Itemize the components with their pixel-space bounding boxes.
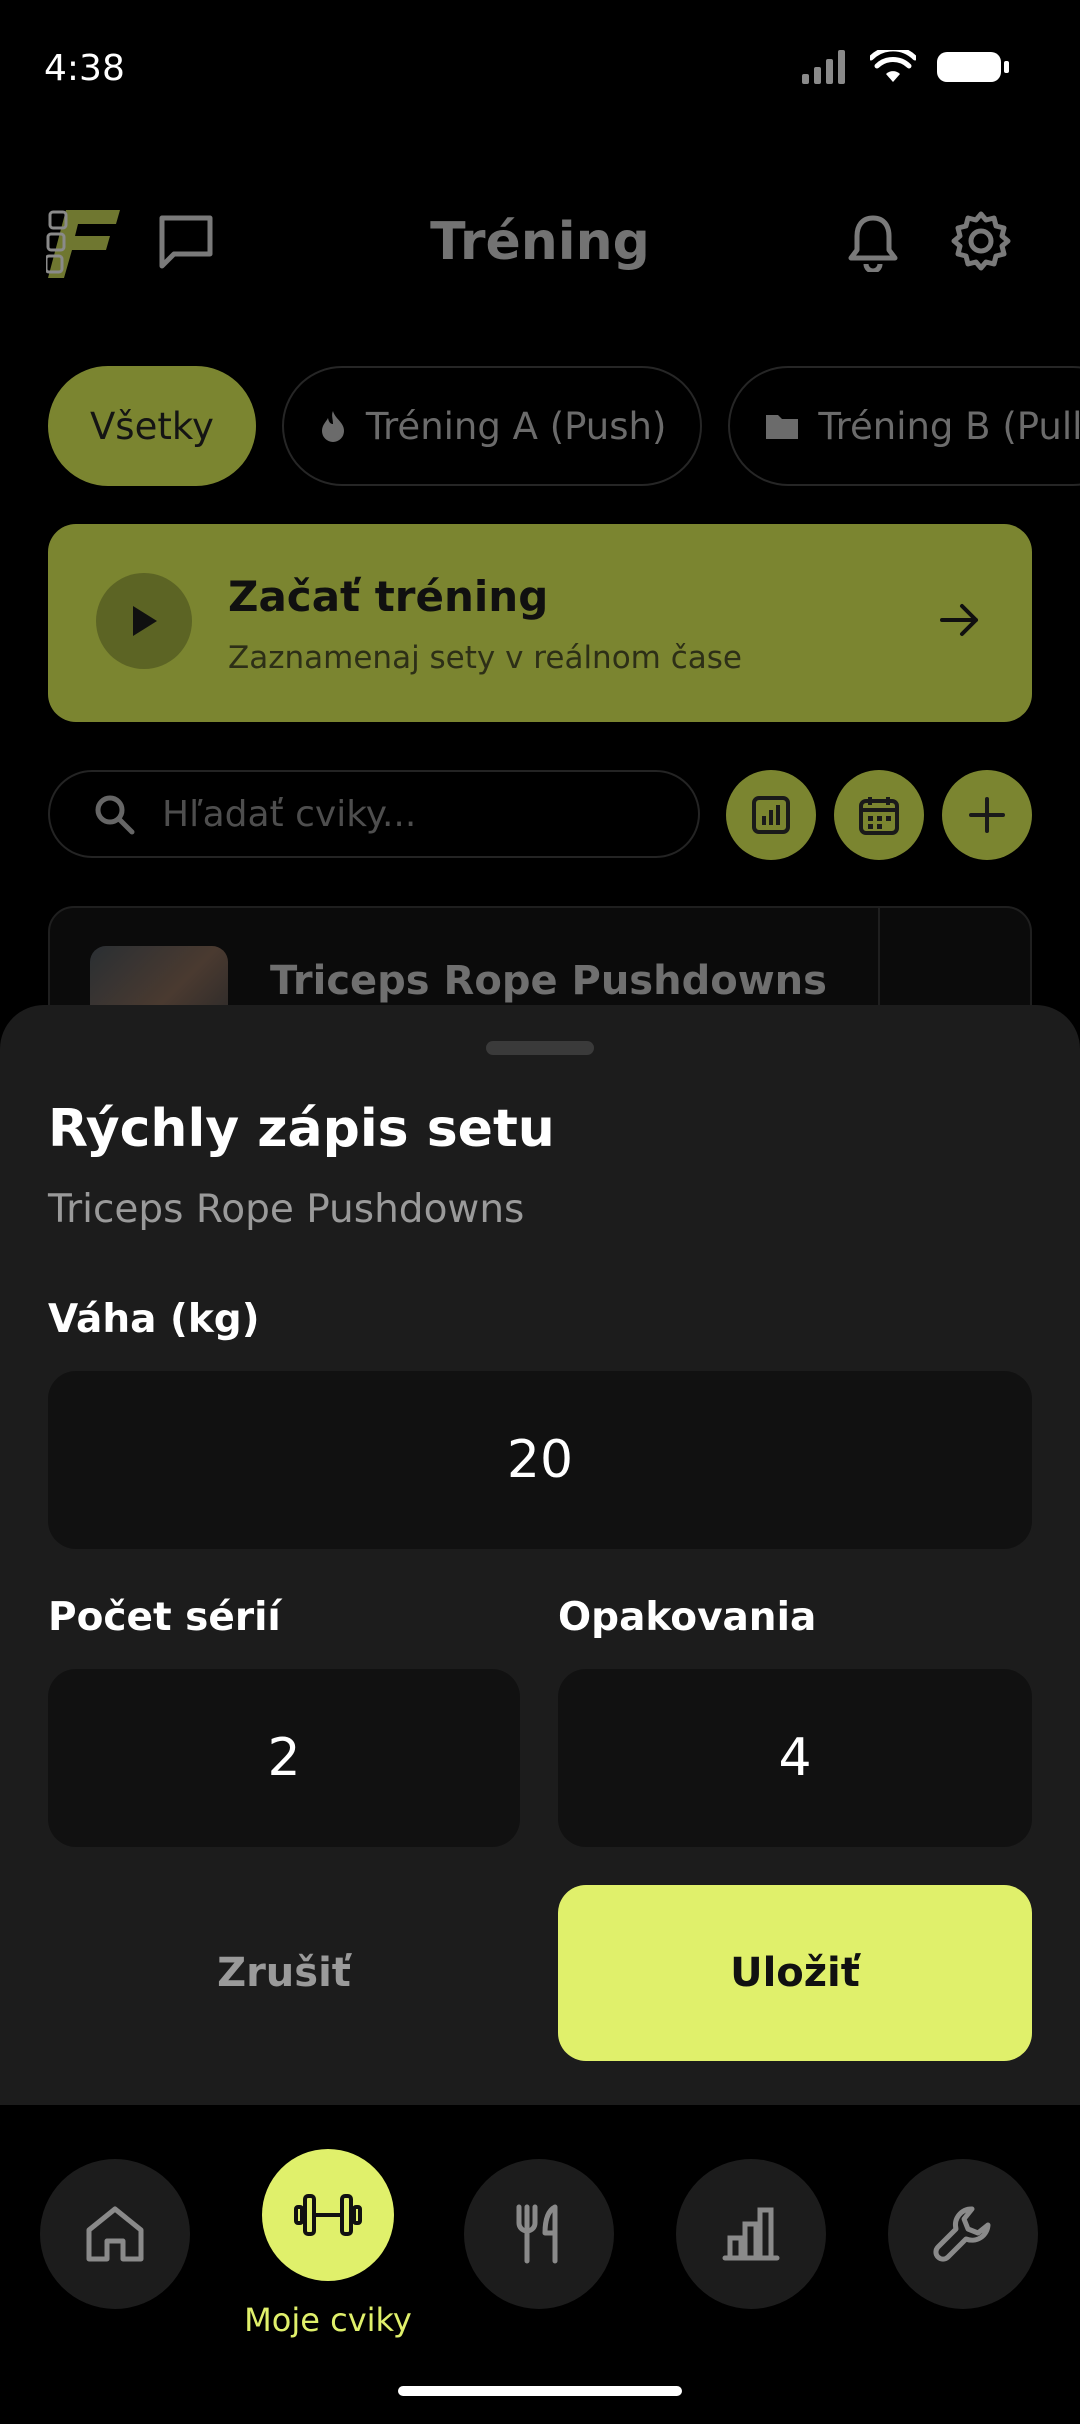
sheet-title: Rýchly zápis setu — [48, 1099, 555, 1159]
nav-my-exercises[interactable] — [262, 2149, 394, 2281]
wrench-icon — [933, 2206, 991, 2262]
gear-icon[interactable] — [950, 210, 1012, 272]
weight-input[interactable]: 20 — [48, 1371, 1032, 1549]
fork-knife-icon — [516, 2204, 558, 2264]
chart-box-icon — [752, 796, 790, 834]
category-chips: Všetky Tréning A (Push) Tréning B (Pull) — [48, 366, 1080, 486]
nav-home[interactable] — [40, 2159, 190, 2309]
calendar-button[interactable] — [834, 770, 924, 860]
plus-icon — [969, 797, 1005, 833]
search-input[interactable] — [162, 772, 662, 856]
calendar-icon — [859, 797, 899, 835]
chip-all[interactable]: Všetky — [48, 366, 256, 486]
chip-training-a[interactable]: Tréning A (Push) — [281, 366, 703, 486]
save-button[interactable]: Uložiť — [558, 1885, 1032, 2061]
dumbbell-icon — [294, 2194, 362, 2236]
nav-my-exercises-label: Moje cviky — [244, 2301, 412, 2339]
sheet-drag-handle[interactable] — [486, 1041, 594, 1055]
chip-label: Tréning B (Pull) — [818, 404, 1080, 448]
play-button — [96, 573, 192, 669]
bottom-nav: Moje cviky — [0, 2105, 1080, 2424]
folder-icon — [766, 415, 799, 439]
start-training-subtitle: Zaznamenaj sety v reálnom čase — [228, 640, 742, 676]
weight-label: Váha (kg) — [48, 1297, 260, 1342]
reps-label: Opakovania — [558, 1595, 817, 1640]
sets-label: Počet sérií — [48, 1595, 281, 1640]
start-training-card[interactable]: Začať tréning Zaznamenaj sety v reálnom … — [48, 524, 1032, 722]
start-training-title: Začať tréning — [228, 572, 549, 621]
quick-log-sheet: Rýchly zápis setu Triceps Rope Pushdowns… — [0, 1005, 1080, 2105]
nav-nutrition[interactable] — [464, 2159, 614, 2309]
home-indicator — [398, 2386, 682, 2396]
add-button[interactable] — [942, 770, 1032, 860]
flame-icon — [321, 411, 344, 442]
reps-input[interactable]: 4 — [558, 1669, 1032, 1847]
chip-training-b[interactable]: Tréning B (Pull) — [728, 366, 1080, 486]
nav-stats[interactable] — [676, 2159, 826, 2309]
chip-label: Tréning A (Push) — [365, 404, 667, 448]
nav-tools[interactable] — [888, 2159, 1038, 2309]
exercise-name: Triceps Rope Pushdowns — [270, 958, 827, 1004]
stats-button[interactable] — [726, 770, 816, 860]
home-icon — [86, 2206, 144, 2262]
sheet-subtitle: Triceps Rope Pushdowns — [48, 1187, 525, 1232]
search-bar — [48, 770, 700, 858]
arrow-right-icon — [940, 604, 978, 636]
chip-label: Všetky — [90, 404, 214, 448]
search-icon — [95, 795, 135, 835]
header: Tréning — [0, 190, 1080, 300]
play-icon — [133, 606, 157, 636]
page-title: Tréning — [430, 212, 650, 272]
cancel-button[interactable]: Zrušiť — [48, 1885, 520, 2061]
sets-input[interactable]: 2 — [48, 1669, 520, 1847]
background-screen: Tréning Všetky Tréning A (Push) Tréning … — [0, 0, 1080, 1068]
bar-chart-icon — [722, 2207, 780, 2261]
bell-icon[interactable] — [846, 212, 900, 272]
